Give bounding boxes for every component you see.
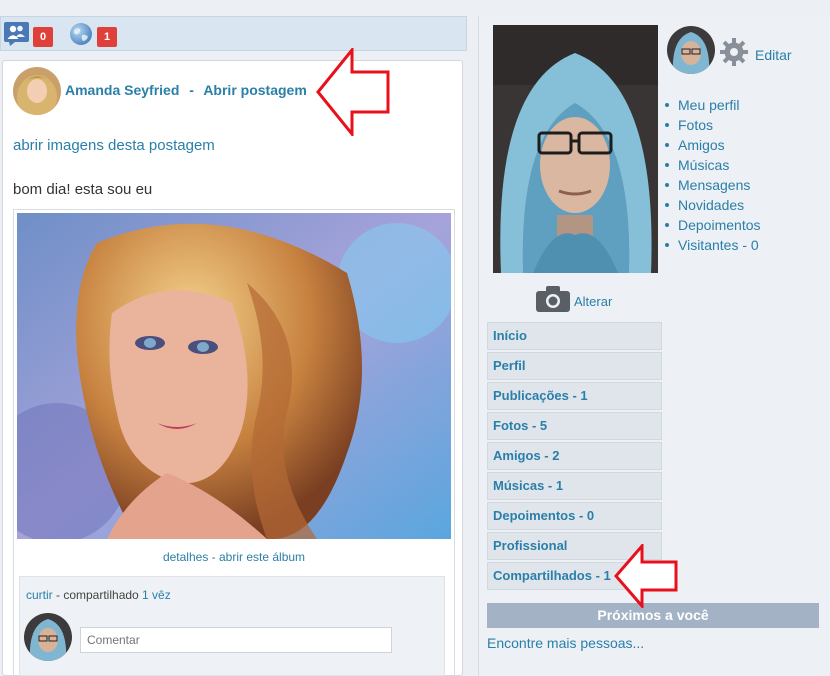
friend-requests-badge: 0 <box>33 26 53 47</box>
nav-depoimentos[interactable]: Depoimentos - 0 <box>487 502 662 530</box>
notification-bar: 0 1 <box>0 16 467 51</box>
red-arrow-icon <box>614 541 678 613</box>
link-amigos[interactable]: Amigos <box>665 135 761 155</box>
nav-amigos[interactable]: Amigos - 2 <box>487 442 662 470</box>
user-avatar[interactable] <box>667 26 715 74</box>
link-musicas[interactable]: Músicas <box>665 155 761 175</box>
edit-label: Editar <box>755 46 792 63</box>
shared-count-link[interactable]: 1 vêz <box>142 588 171 602</box>
open-post-link[interactable]: Abrir postagem <box>203 82 306 98</box>
author-name-link[interactable]: Amanda Seyfried <box>65 82 179 98</box>
header-separator: - <box>189 82 194 98</box>
nav-publicacoes[interactable]: Publicações - 1 <box>487 382 662 410</box>
notifications[interactable]: 1 <box>69 22 117 51</box>
camera-icon <box>536 286 570 317</box>
link-mensagens[interactable]: Mensagens <box>665 175 761 195</box>
nav-inicio[interactable]: Início <box>487 322 662 350</box>
globe-icon <box>69 22 93 51</box>
profile-links: Meu perfil Fotos Amigos Músicas Mensagen… <box>665 95 761 255</box>
edit-profile-button[interactable]: Editar <box>719 37 792 72</box>
find-more-people-link[interactable]: Encontre mais pessoas... <box>487 635 644 651</box>
red-arrow-icon <box>316 45 392 141</box>
change-photo-button[interactable]: Alterar <box>536 286 612 317</box>
post-photo-frame: detalhes - abrir este álbum curtir - com… <box>13 209 455 676</box>
post-header: Amanda Seyfried - Abrir postagem <box>65 82 307 98</box>
nav-fotos[interactable]: Fotos - 5 <box>487 412 662 440</box>
nav-musicas[interactable]: Músicas - 1 <box>487 472 662 500</box>
post-actions: curtir - compartilhado 1 vêz <box>26 588 171 602</box>
comment-input[interactable] <box>80 627 392 653</box>
link-meu-perfil[interactable]: Meu perfil <box>665 95 761 115</box>
like-link[interactable]: curtir <box>26 588 53 602</box>
post-photo[interactable] <box>17 213 451 539</box>
photo-details-link[interactable]: detalhes <box>163 550 208 564</box>
link-fotos[interactable]: Fotos <box>665 115 761 135</box>
link-visitantes[interactable]: Visitantes - 0 <box>665 235 761 255</box>
link-depoimentos[interactable]: Depoimentos <box>665 215 761 235</box>
photo-caption: detalhes - abrir este álbum <box>14 550 454 564</box>
link-novidades[interactable]: Novidades <box>665 195 761 215</box>
post-actions-box: curtir - compartilhado 1 vêz <box>19 576 445 676</box>
nav-perfil[interactable]: Perfil <box>487 352 662 380</box>
shared-text: - compartilhado <box>52 588 143 602</box>
change-photo-label: Alterar <box>574 294 613 309</box>
author-avatar[interactable] <box>13 67 61 115</box>
open-post-images-link[interactable]: abrir imagens desta postagem <box>13 137 215 154</box>
profile-photo[interactable] <box>493 25 658 273</box>
notifications-badge: 1 <box>97 26 117 47</box>
photo-caption-separator: - <box>208 550 219 564</box>
open-album-link[interactable]: abrir este álbum <box>219 550 305 564</box>
gear-icon <box>719 37 749 72</box>
people-icon <box>4 22 29 51</box>
friend-requests[interactable]: 0 <box>4 22 53 51</box>
post-text: bom dia! esta sou eu <box>13 181 153 198</box>
post-card: Amanda Seyfried - Abrir postagem abrir i… <box>2 60 463 676</box>
commenter-avatar <box>24 613 72 661</box>
